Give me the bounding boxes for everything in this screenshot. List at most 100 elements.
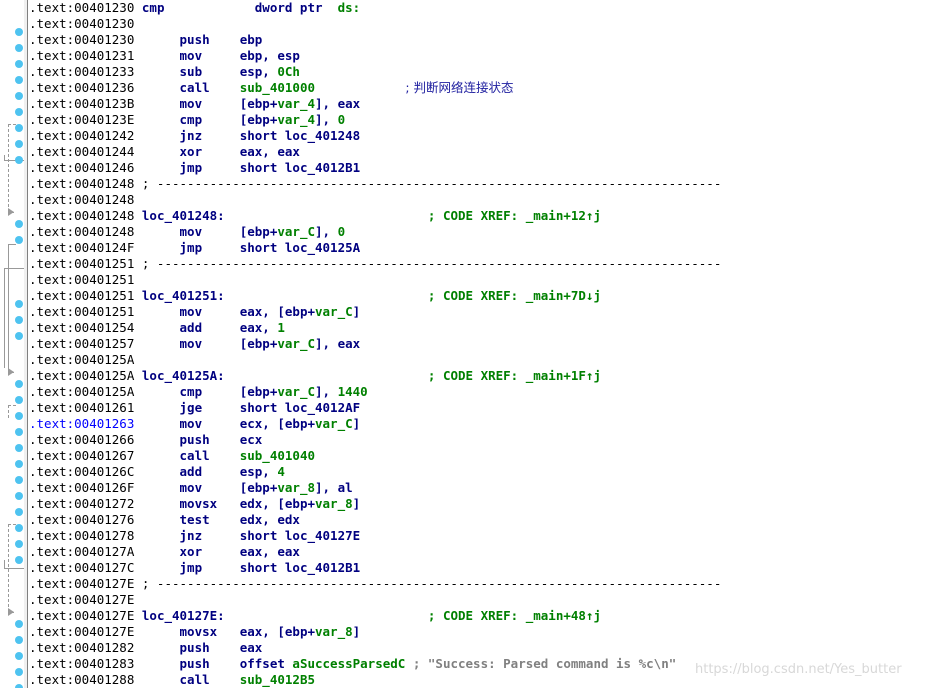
disassembly-line[interactable]: .text:0040123E cmp [ebp+var_4], 0 <box>29 112 930 128</box>
disassembly-line[interactable]: .text:00401251 mov eax, [ebp+var_C] <box>29 304 930 320</box>
operand: short loc_4012B1 <box>239 160 361 175</box>
disassembly-line[interactable]: .text:00401251 <box>29 272 930 288</box>
line-marker-dot[interactable] <box>15 28 23 36</box>
mnemonic: movsx <box>179 624 240 639</box>
disassembly-line[interactable]: .text:00401261 jge short loc_4012AF <box>29 400 930 416</box>
disassembly-line[interactable]: .text:00401272 movsx edx, [ebp+var_8] <box>29 496 930 512</box>
disassembly-line[interactable]: .text:0040125A <box>29 352 930 368</box>
operand-variable: var_4 <box>277 96 316 111</box>
line-marker-dot[interactable] <box>15 684 23 688</box>
line-address: .text:0040125A <box>29 384 135 399</box>
disassembly-line[interactable]: .text:00401257 mov [ebp+var_C], eax <box>29 336 930 352</box>
disassembly-line[interactable]: .text:00401278 jnz short loc_40127E <box>29 528 930 544</box>
operand: [ebp+ <box>239 336 278 351</box>
operand: [ebp+ <box>239 112 278 127</box>
line-marker-dot[interactable] <box>15 396 23 404</box>
disassembly-line[interactable]: .text:00401246 jmp short loc_4012B1 <box>29 160 930 176</box>
line-marker-dot[interactable] <box>15 236 23 244</box>
disassembly-line[interactable]: .text:00401263 mov ecx, [ebp+var_C] <box>29 416 930 432</box>
disassembly-line[interactable]: .text:0040124F jmp short loc_40125A <box>29 240 930 256</box>
disassembly-line[interactable]: .text:00401230 push ebp <box>29 32 930 48</box>
disassembly-line[interactable]: .text:0040126C add esp, 4 <box>29 464 930 480</box>
disassembly-line[interactable]: .text:00401248 mov [ebp+var_C], 0 <box>29 224 930 240</box>
disassembly-line[interactable]: .text:0040127A xor eax, eax <box>29 544 930 560</box>
operand: short loc_401248 <box>239 128 361 143</box>
disassembly-line[interactable]: .text:0040127E ; -----------------------… <box>29 576 930 592</box>
operand-symbol: sub_4012B5 <box>239 672 315 687</box>
disassembly-line[interactable]: .text:00401242 jnz short loc_401248 <box>29 128 930 144</box>
disassembly-code-pane[interactable]: .text:00401230 cmp dword ptr ds: .text:00… <box>29 0 930 688</box>
disassembly-line[interactable]: .text:00401254 add eax, 1 <box>29 320 930 336</box>
line-marker-dot[interactable] <box>15 380 23 388</box>
line-marker-dot[interactable] <box>15 76 23 84</box>
line-marker-dot[interactable] <box>15 476 23 484</box>
disassembly-line[interactable]: .text:00401230 <box>29 16 930 32</box>
line-marker-dot[interactable] <box>15 636 23 644</box>
line-marker-dot[interactable] <box>15 60 23 68</box>
line-marker-dot[interactable] <box>15 332 23 340</box>
disassembly-line[interactable]: .text:00401248 ; -----------------------… <box>29 176 930 192</box>
line-marker-dot[interactable] <box>15 524 23 532</box>
flow-arrow-line <box>8 244 9 372</box>
line-marker-dot[interactable] <box>15 620 23 628</box>
operand: eax, <box>239 320 278 335</box>
disassembly-line[interactable]: .text:00401236 call sub_401000 ; 判断网络连接状… <box>29 80 930 96</box>
disassembly-line[interactable]: .text:0040127E <box>29 592 930 608</box>
line-marker-dot[interactable] <box>15 652 23 660</box>
disassembly-line[interactable]: .text:00401276 test edx, edx <box>29 512 930 528</box>
mnemonic: xor <box>179 144 240 159</box>
disassembly-line[interactable]: .text:00401248 loc_401248: ; CODE XREF: … <box>29 208 930 224</box>
disassembly-line[interactable]: .text:00401230 cmp dword ptr ds: <box>29 0 930 16</box>
disassembly-line[interactable]: .text:00401248 <box>29 192 930 208</box>
line-marker-dot[interactable] <box>15 540 23 548</box>
line-marker-dot[interactable] <box>15 444 23 452</box>
line-address: .text:00401254 <box>29 320 135 335</box>
line-marker-dot[interactable] <box>15 412 23 420</box>
line-address: .text:00401231 <box>29 48 135 63</box>
operand-variable: var_C <box>277 336 316 351</box>
line-marker-dot[interactable] <box>15 460 23 468</box>
disassembly-line[interactable]: .text:00401231 mov ebp, esp <box>29 48 930 64</box>
disassembly-line[interactable]: .text:0040125A loc_40125A: ; CODE XREF: … <box>29 368 930 384</box>
line-address: .text:00401278 <box>29 528 135 543</box>
disassembly-line[interactable]: .text:0040127E movsx eax, [ebp+var_8] <box>29 624 930 640</box>
line-marker-dot[interactable] <box>15 156 23 164</box>
disassembly-line[interactable]: .text:0040126F mov [ebp+var_8], al <box>29 480 930 496</box>
line-marker-dot[interactable] <box>15 508 23 516</box>
separator-rule: ; --------------------------------------… <box>134 576 722 591</box>
line-marker-dot[interactable] <box>15 124 23 132</box>
line-marker-dot[interactable] <box>15 300 23 308</box>
line-marker-dot[interactable] <box>15 556 23 564</box>
line-marker-dot[interactable] <box>15 92 23 100</box>
line-marker-dot[interactable] <box>15 428 23 436</box>
line-address: .text:0040127C <box>29 560 135 575</box>
line-marker-dot[interactable] <box>15 668 23 676</box>
disassembly-line[interactable]: .text:00401266 push ecx <box>29 432 930 448</box>
line-marker-dot[interactable] <box>15 220 23 228</box>
mnemonic: push <box>179 32 240 47</box>
disassembly-line[interactable]: .text:00401251 ; -----------------------… <box>29 256 930 272</box>
breakpoint-dot-gutter[interactable] <box>14 0 24 688</box>
disassembly-line[interactable]: .text:0040125A cmp [ebp+var_C], 1440 <box>29 384 930 400</box>
line-marker-dot[interactable] <box>15 316 23 324</box>
line-marker-dot[interactable] <box>15 44 23 52</box>
line-marker-dot[interactable] <box>15 140 23 148</box>
disassembly-line[interactable]: .text:00401233 sub esp, 0Ch <box>29 64 930 80</box>
disassembly-line[interactable]: .text:00401244 xor eax, eax <box>29 144 930 160</box>
disassembly-line[interactable]: .text:00401267 call sub_401040 <box>29 448 930 464</box>
disassembly-line[interactable]: .text:0040127E loc_40127E: ; CODE XREF: … <box>29 608 930 624</box>
disassembly-line[interactable]: .text:00401282 push eax <box>29 640 930 656</box>
line-marker-dot[interactable] <box>15 108 23 116</box>
disassembly-line[interactable]: .text:00401251 loc_401251: ; CODE XREF: … <box>29 288 930 304</box>
disassembly-line[interactable]: .text:0040123B mov [ebp+var_4], eax <box>29 96 930 112</box>
line-marker-dot[interactable] <box>15 492 23 500</box>
disassembly-line[interactable]: .text:0040127C jmp short loc_4012B1 <box>29 560 930 576</box>
